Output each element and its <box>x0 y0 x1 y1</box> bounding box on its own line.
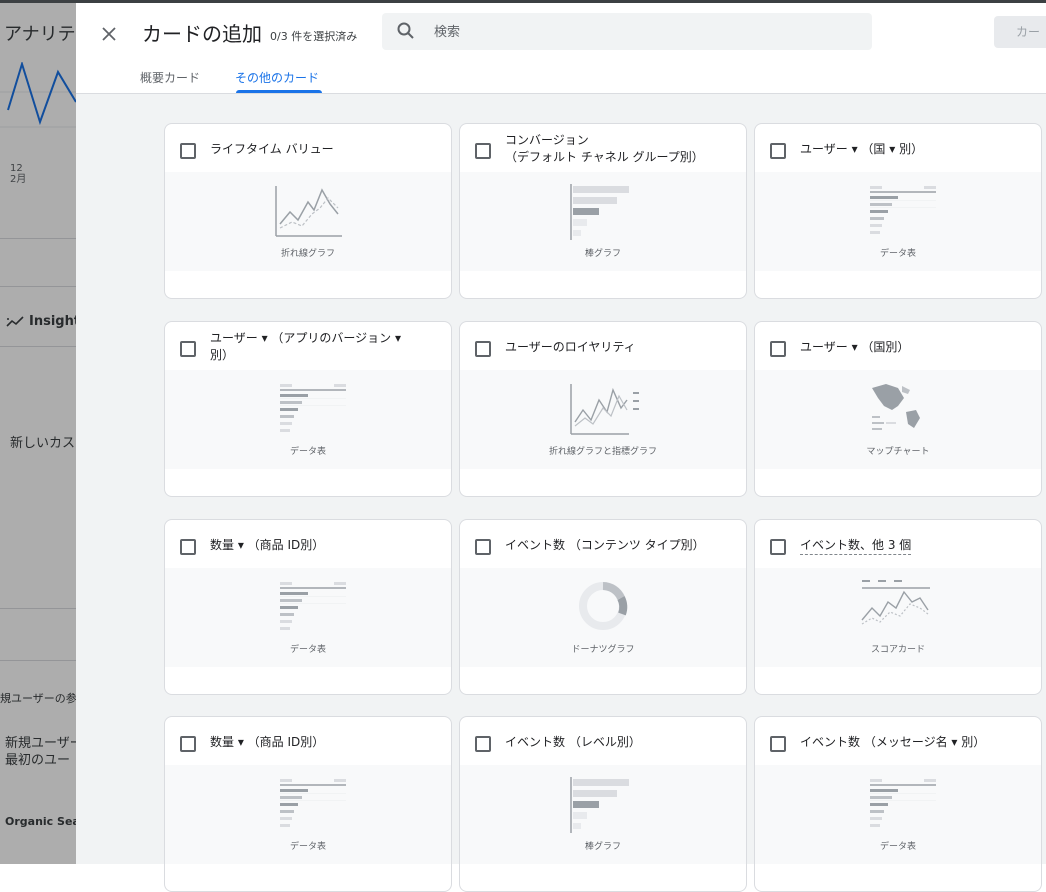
card-title: イベント数 （メッセージ名 ▾ 別） <box>800 735 986 749</box>
card-item[interactable]: イベント数 （コンテンツ タイプ別） ドーナツグラフ <box>459 519 747 695</box>
table-chart-thumbnail-icon <box>280 582 346 630</box>
bar-chart-thumbnail-icon <box>570 777 629 833</box>
add-cards-button[interactable]: カー <box>994 16 1046 48</box>
card-preview-label: データ表 <box>289 447 326 457</box>
card-title: ユーザー ▾ （アプリのバージョン ▾ 別） <box>210 331 402 362</box>
card-checkbox[interactable] <box>475 143 491 159</box>
card-preview: データ表 <box>755 172 1041 271</box>
card-item[interactable]: コンバージョン （デフォルト チャネル グループ別） 棒グラフ <box>459 123 747 299</box>
card-header: 数量 ▾ （商品 ID別） <box>165 717 451 765</box>
card-checkbox[interactable] <box>770 736 786 752</box>
card-header: ユーザーのロイヤリティ <box>460 322 746 370</box>
card-preview-label: ドーナツグラフ <box>571 645 635 655</box>
card-preview: マップチャート <box>755 370 1041 469</box>
table-chart-thumbnail-icon <box>280 779 346 827</box>
card-preview-label: 棒グラフ <box>584 249 621 259</box>
card-item[interactable]: イベント数 （メッセージ名 ▾ 別） データ表 <box>754 716 1042 892</box>
card-item[interactable]: ユーザー ▾ （アプリのバージョン ▾ 別） データ表 <box>164 321 452 497</box>
card-title: イベント数、他 3 個 <box>800 537 912 555</box>
card-checkbox[interactable] <box>770 341 786 357</box>
card-title: イベント数 （レベル別） <box>505 735 641 749</box>
card-checkbox[interactable] <box>475 341 491 357</box>
card-preview-label: 折れ線グラフと指標グラフ <box>548 447 657 457</box>
card-preview-label: データ表 <box>289 842 326 852</box>
card-header: イベント数 （コンテンツ タイプ別） <box>460 520 746 568</box>
panel-title: カードの追加 <box>142 22 262 46</box>
close-button[interactable] <box>98 23 120 45</box>
card-item[interactable]: イベント数、他 3 個スコアカード <box>754 519 1042 695</box>
scorecard-chart-thumbnail-icon <box>861 580 930 625</box>
card-checkbox[interactable] <box>180 341 196 357</box>
card-title: ユーザー ▾ （国 ▾ 別） <box>800 142 924 156</box>
card-checkbox[interactable] <box>475 539 491 555</box>
card-preview-label: データ表 <box>879 249 916 259</box>
card-preview: 棒グラフ <box>460 765 746 864</box>
card-preview: データ表 <box>165 765 451 864</box>
card-preview: データ表 <box>165 568 451 667</box>
card-item[interactable]: 数量 ▾ （商品 ID別） データ表 <box>164 519 452 695</box>
card-header: ライフタイム バリュー <box>165 124 451 172</box>
table-chart-thumbnail-icon <box>870 186 936 234</box>
card-preview: データ表 <box>755 765 1041 864</box>
map-chart-thumbnail-icon <box>872 384 920 430</box>
card-checkbox[interactable] <box>180 736 196 752</box>
card-preview-label: データ表 <box>879 842 916 852</box>
card-item[interactable]: ライフタイム バリュー折れ線グラフ <box>164 123 452 299</box>
card-title: ユーザー ▾ （国別） <box>800 340 910 354</box>
card-header: 数量 ▾ （商品 ID別） <box>165 520 451 568</box>
selected-count: 0/3 件を選択済み <box>270 30 358 43</box>
tab-other-cards[interactable]: その他のカード <box>235 69 319 86</box>
donut-chart-thumbnail-icon <box>579 582 628 630</box>
card-preview: ドーナツグラフ <box>460 568 746 667</box>
close-icon <box>102 27 116 41</box>
card-item[interactable]: ユーザーのロイヤリティ折れ線グラフと指標グラフ <box>459 321 747 497</box>
card-item[interactable]: 数量 ▾ （商品 ID別） データ表 <box>164 716 452 892</box>
line-metric-chart-thumbnail-icon <box>570 384 639 435</box>
card-header: イベント数、他 3 個 <box>755 520 1041 568</box>
card-preview: スコアカード <box>755 568 1041 667</box>
card-title: イベント数 （コンテンツ タイプ別） <box>505 538 705 552</box>
card-header: ユーザー ▾ （国別） <box>755 322 1041 370</box>
card-title: コンバージョン （デフォルト チャネル グループ別） <box>505 133 704 164</box>
card-preview-label: データ表 <box>289 645 326 655</box>
card-preview-label: マップチャート <box>866 447 930 457</box>
card-header: ユーザー ▾ （国 ▾ 別） <box>755 124 1041 172</box>
card-header: ユーザー ▾ （アプリのバージョン ▾ 別） <box>165 322 451 370</box>
card-preview-label: 折れ線グラフ <box>280 249 335 259</box>
card-preview: 折れ線グラフと指標グラフ <box>460 370 746 469</box>
card-item[interactable]: ユーザー ▾ （国別） マップチャート <box>754 321 1042 497</box>
card-checkbox[interactable] <box>770 539 786 555</box>
card-checkbox[interactable] <box>180 143 196 159</box>
card-checkbox[interactable] <box>770 143 786 159</box>
card-preview-label: スコアカード <box>870 645 925 655</box>
card-item[interactable]: イベント数 （レベル別） 棒グラフ <box>459 716 747 892</box>
card-preview: 折れ線グラフ <box>165 172 451 271</box>
card-title: 数量 ▾ （商品 ID別） <box>210 735 325 749</box>
line-chart-thumbnail-icon <box>275 186 342 237</box>
card-title: ライフタイム バリュー <box>210 142 334 156</box>
card-header: コンバージョン （デフォルト チャネル グループ別） <box>460 124 746 172</box>
active-tab-indicator <box>236 90 322 93</box>
add-card-panel: カードの追加 0/3 件を選択済み カー 概要カード その他のカード ライフタイ… <box>76 3 1046 892</box>
search-icon <box>397 22 414 39</box>
card-title: 数量 ▾ （商品 ID別） <box>210 538 325 552</box>
card-preview: データ表 <box>165 370 451 469</box>
bar-chart-thumbnail-icon <box>570 184 629 240</box>
card-checkbox[interactable] <box>475 736 491 752</box>
table-chart-thumbnail-icon <box>280 384 346 432</box>
panel-header: カードの追加 0/3 件を選択済み カー 概要カード その他のカード <box>76 3 1046 94</box>
table-chart-thumbnail-icon <box>870 779 936 827</box>
search-box[interactable] <box>382 13 872 52</box>
card-preview-label: 棒グラフ <box>584 842 621 852</box>
card-header: イベント数 （メッセージ名 ▾ 別） <box>755 717 1041 765</box>
card-checkbox[interactable] <box>180 539 196 555</box>
card-title: ユーザーのロイヤリティ <box>505 340 636 354</box>
search-input[interactable] <box>432 13 856 52</box>
card-item[interactable]: ユーザー ▾ （国 ▾ 別） データ表 <box>754 123 1042 299</box>
card-preview: 棒グラフ <box>460 172 746 271</box>
tab-overview-cards[interactable]: 概要カード <box>140 69 200 86</box>
card-header: イベント数 （レベル別） <box>460 717 746 765</box>
